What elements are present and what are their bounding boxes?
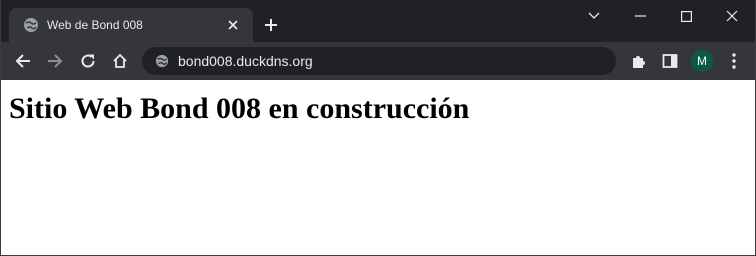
- plus-icon[interactable]: [263, 17, 279, 33]
- side-panel-icon[interactable]: [660, 51, 680, 71]
- close-icon[interactable]: [225, 17, 241, 33]
- arrow-left-icon[interactable]: [13, 51, 33, 71]
- url-text[interactable]: bond008.duckdns.org: [178, 53, 313, 69]
- globe-icon: [23, 17, 39, 33]
- address-bar[interactable]: bond008.duckdns.org: [142, 47, 616, 75]
- tab-title: Web de Bond 008: [47, 18, 143, 32]
- chevron-down-icon[interactable]: [571, 0, 617, 32]
- kebab-menu-icon[interactable]: [724, 51, 744, 71]
- close-icon[interactable]: [709, 0, 755, 32]
- home-icon[interactable]: [110, 51, 130, 71]
- toolbar: bond008.duckdns.org M: [1, 42, 755, 80]
- browser-window: Web de Bond 008 bond008.duckdns.org M Si…: [0, 0, 756, 256]
- puzzle-icon[interactable]: [628, 51, 648, 71]
- minimize-icon[interactable]: [617, 0, 663, 32]
- page-heading: Sitio Web Bond 008 en construcción: [9, 92, 470, 125]
- globe-icon[interactable]: [154, 53, 170, 69]
- avatar[interactable]: M: [691, 50, 713, 72]
- browser-tab[interactable]: Web de Bond 008: [9, 8, 253, 42]
- page-content: Sitio Web Bond 008 en construcción: [1, 80, 755, 255]
- reload-icon[interactable]: [78, 51, 98, 71]
- maximize-icon[interactable]: [663, 0, 709, 32]
- title-bar: Web de Bond 008: [1, 0, 755, 42]
- arrow-right-icon[interactable]: [45, 51, 65, 71]
